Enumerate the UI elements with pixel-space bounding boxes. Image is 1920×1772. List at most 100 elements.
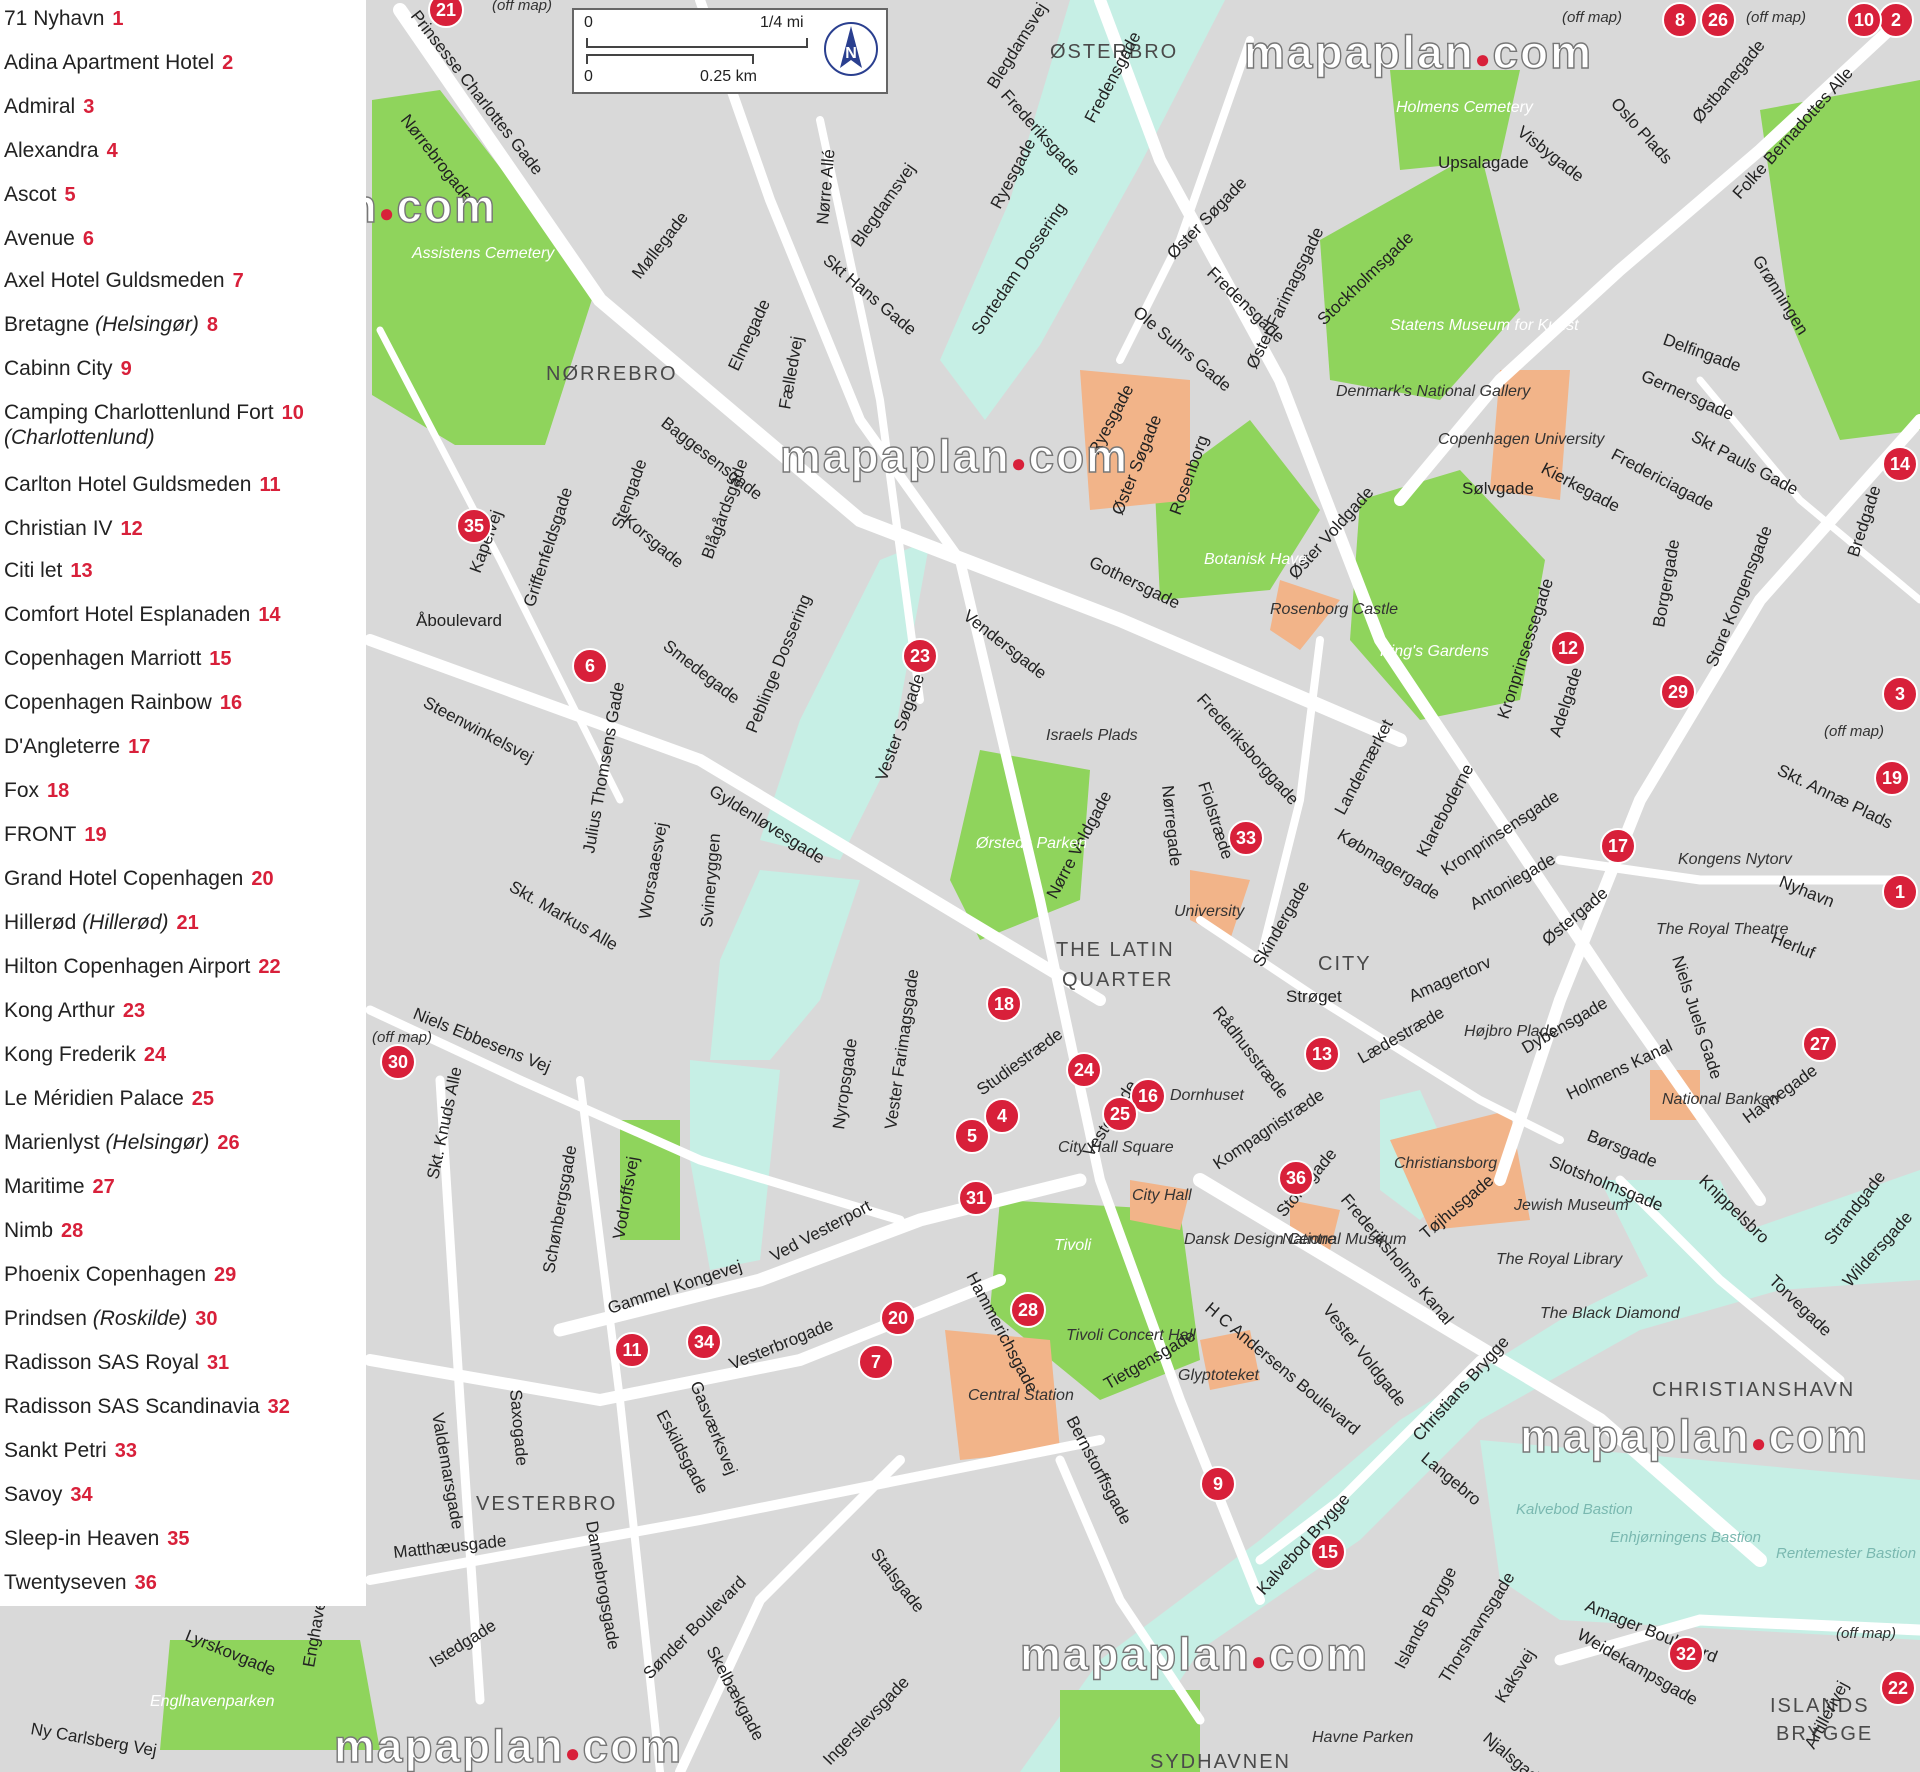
scale-bar: 0 1/4 mi 0 0.25 km N	[572, 8, 888, 94]
hotel-marker[interactable]: 25	[1102, 1096, 1138, 1132]
legend-item[interactable]: Camping Charlottenlund Fort 10 (Charlotten…	[4, 400, 304, 450]
hotel-marker[interactable]: 26	[1700, 2, 1736, 38]
hotel-marker[interactable]: 13	[1304, 1036, 1340, 1072]
street-label: Bredgade	[1844, 483, 1885, 559]
legend-item[interactable]: Fox 18	[4, 778, 69, 803]
legend-item[interactable]: Axel Hotel Guldsmeden 7	[4, 268, 244, 293]
street-label: Øster Farimagsgade	[1243, 224, 1328, 372]
legend-item[interactable]: Carlton Hotel Guldsmeden 11	[4, 472, 281, 497]
legend-item[interactable]: Le Méridien Palace 25	[4, 1086, 214, 1111]
hotel-marker[interactable]: 20	[880, 1300, 916, 1336]
svg-text:30: 30	[388, 1052, 408, 1072]
svg-text:36: 36	[1286, 1168, 1306, 1188]
hotel-marker[interactable]: 14	[1882, 446, 1918, 482]
legend-item[interactable]: Adina Apartment Hotel 2	[4, 50, 233, 75]
legend-item[interactable]: Christian IV 12	[4, 516, 143, 541]
svg-text:11: 11	[622, 1340, 641, 1360]
hotel-marker[interactable]: 27	[1802, 1026, 1838, 1062]
hotel-marker[interactable]: 34	[686, 1324, 722, 1360]
legend-item[interactable]: Copenhagen Marriott 15	[4, 646, 232, 671]
hotel-marker[interactable]: 8	[1662, 2, 1698, 38]
street-label: Blegdamsvej	[983, 0, 1051, 92]
legend-item[interactable]: Bretagne (Helsingør) 8	[4, 312, 218, 337]
scale-mi-label: 1/4 mi	[760, 14, 804, 31]
hotel-marker[interactable]: 24	[1066, 1052, 1102, 1088]
legend-item[interactable]: Copenhagen Rainbow 16	[4, 690, 242, 715]
hotel-marker[interactable]: 31	[958, 1180, 994, 1216]
hotel-marker[interactable]: 5	[954, 1118, 990, 1154]
hotel-marker[interactable]: 1	[1882, 874, 1918, 910]
legend-item[interactable]: Kong Arthur 23	[4, 998, 145, 1023]
hotel-marker[interactable]: 36	[1278, 1160, 1314, 1196]
hotel-marker[interactable]: 32	[1668, 1636, 1704, 1672]
hotel-marker[interactable]: 28	[1010, 1292, 1046, 1328]
scale-km-zero: 0	[584, 68, 593, 85]
legend-item[interactable]: 71 Nyhavn 1	[4, 6, 124, 31]
street-label: Peblinge Dossering	[742, 592, 815, 736]
street-label: Fælledvej	[775, 335, 807, 411]
hotel-marker[interactable]: 9	[1200, 1466, 1236, 1502]
legend-item[interactable]: Sleep-in Heaven 35	[4, 1526, 190, 1551]
legend-item[interactable]: D'Angleterre 17	[4, 734, 150, 759]
legend-item[interactable]: Citi let 13	[4, 558, 93, 583]
legend-item[interactable]: Marienlyst (Helsingør) 26	[4, 1130, 240, 1155]
hotel-marker[interactable]: 35	[456, 508, 492, 544]
hotel-marker[interactable]: 4	[984, 1098, 1020, 1134]
hotel-marker[interactable]: 12	[1550, 630, 1586, 666]
hotel-marker[interactable]: 7	[858, 1344, 894, 1380]
street-label: Østergade	[1538, 883, 1611, 949]
street-label: Njalsgade	[1479, 1729, 1549, 1772]
street-label: Holmens Kanal	[1563, 1036, 1675, 1104]
hotel-marker[interactable]: 17	[1600, 828, 1636, 864]
legend-item[interactable]: Twentyseven 36	[4, 1570, 157, 1595]
legend-item[interactable]: Comfort Hotel Esplanaden 14	[4, 602, 281, 627]
street-label: Langebro	[1417, 1449, 1484, 1510]
hotel-marker[interactable]: 11	[614, 1332, 650, 1368]
hotel-marker[interactable]: 30	[380, 1044, 416, 1080]
hotel-marker[interactable]: 15	[1310, 1534, 1346, 1570]
legend-item[interactable]: Hillerød (Hillerød) 21	[4, 910, 199, 935]
legend-item[interactable]: Avenue 6	[4, 226, 94, 251]
legend-item[interactable]: Ascot 5	[4, 182, 76, 207]
legend-item[interactable]: Admiral 3	[4, 94, 94, 119]
hotel-marker[interactable]: 10	[1846, 2, 1882, 38]
hotel-marker[interactable]: 23	[902, 638, 938, 674]
legend-item[interactable]: Radisson SAS Scandinavia 32	[4, 1394, 290, 1419]
hotel-marker[interactable]: 21	[428, 0, 464, 28]
compass-icon: N	[824, 22, 878, 76]
hotel-marker[interactable]: 19	[1874, 760, 1910, 796]
svg-text:16: 16	[1138, 1086, 1158, 1106]
hotel-legend: 71 Nyhavn 1 Adina Apartment Hotel 2 Admira…	[0, 0, 366, 1606]
legend-item[interactable]: Phoenix Copenhagen 29	[4, 1262, 236, 1287]
street-label: Tøjhusgade	[1416, 1171, 1497, 1243]
street-label: Blegdamsvej	[848, 160, 919, 251]
legend-item[interactable]: Cabinn City 9	[4, 356, 132, 381]
legend-item[interactable]: Prindsen (Roskilde) 30	[4, 1306, 218, 1331]
hotel-marker[interactable]: 6	[572, 648, 608, 684]
legend-item[interactable]: Nimb 28	[4, 1218, 83, 1243]
scale-km-label: 0.25 km	[700, 68, 757, 85]
hotel-marker[interactable]: 22	[1880, 1670, 1916, 1706]
street-label: Børsgade	[1585, 1126, 1660, 1171]
legend-item[interactable]: Savoy 34	[4, 1482, 93, 1507]
watermark-text: mapaplan●com	[1244, 26, 1593, 78]
legend-item[interactable]: Kong Frederik 24	[4, 1042, 166, 1067]
legend-item[interactable]: Hilton Copenhagen Airport 22	[4, 954, 281, 979]
hotel-marker[interactable]: 18	[986, 986, 1022, 1022]
hotel-marker[interactable]: 2	[1878, 2, 1914, 38]
street-label: Saxogade	[506, 1389, 532, 1467]
hotel-marker[interactable]: 3	[1882, 676, 1918, 712]
legend-item[interactable]: FRONT 19	[4, 822, 107, 847]
legend-item[interactable]: Grand Hotel Copenhagen 20	[4, 866, 274, 891]
hotel-marker[interactable]: 33	[1228, 820, 1264, 856]
street-label: Delfingade	[1661, 330, 1744, 376]
street-label: Landemærket	[1331, 716, 1397, 818]
svg-text:5: 5	[967, 1126, 977, 1146]
street-label: Upsalagade	[1438, 153, 1529, 172]
hotel-marker[interactable]: 29	[1660, 674, 1696, 710]
offmap-label: (off map)	[492, 0, 552, 14]
legend-item[interactable]: Alexandra 4	[4, 138, 118, 163]
legend-item[interactable]: Radisson SAS Royal 31	[4, 1350, 229, 1375]
legend-item[interactable]: Sankt Petri 33	[4, 1438, 137, 1463]
legend-item[interactable]: Maritime 27	[4, 1174, 115, 1199]
